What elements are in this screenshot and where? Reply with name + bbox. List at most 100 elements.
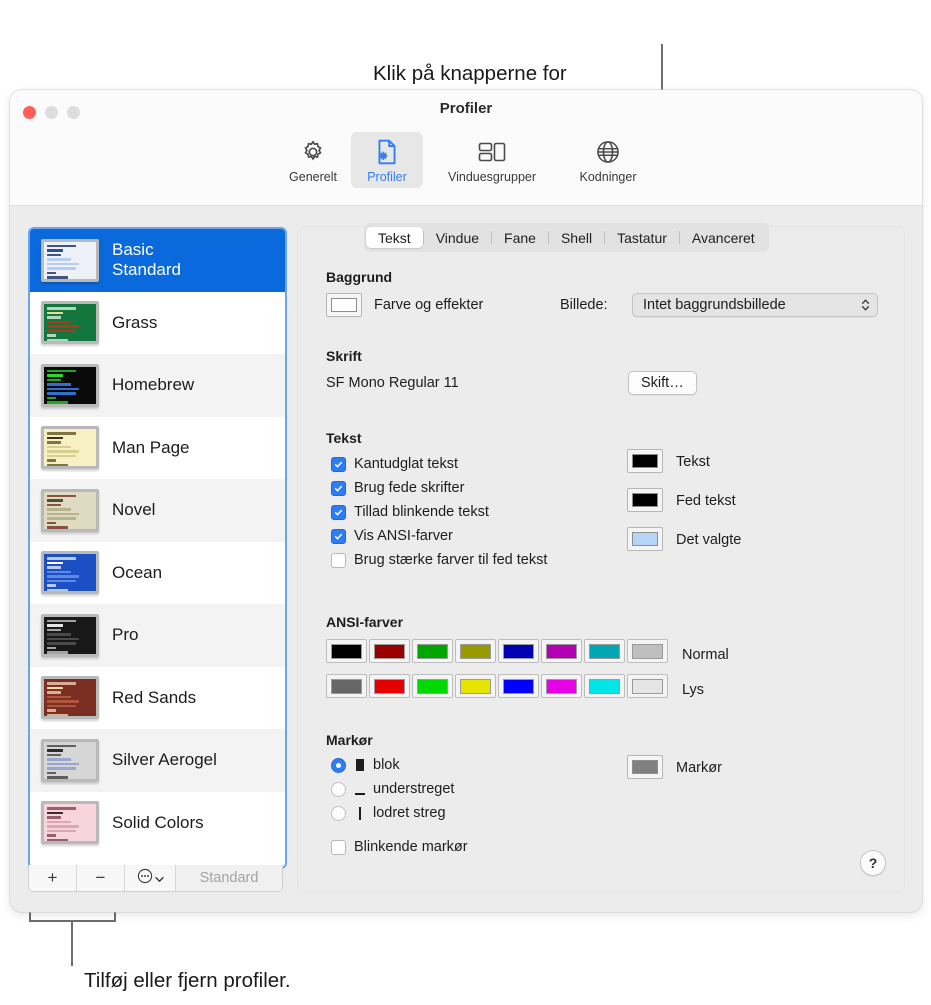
text-option-checkbox-row[interactable]: Kantudglat tekst [331,456,458,472]
cursor-style-radio-row[interactable]: lodret streg [331,805,446,821]
text-option-checkbox-row[interactable]: Tillad blinkende tekst [331,504,489,520]
cursor-style-radio-row[interactable]: understreget [331,781,454,797]
text-color-label: Fed tekst [676,493,736,509]
ansi-bright-color-well[interactable] [584,674,625,698]
ansi-bright-color-well[interactable] [412,674,453,698]
ansi-normal-color-chip [460,644,491,659]
profile-thumbnail [41,364,99,407]
background-color-well[interactable] [326,293,362,317]
ansi-normal-color-well[interactable] [627,639,668,663]
ansi-bright-color-well[interactable] [369,674,410,698]
text-option-checkbox[interactable] [331,457,346,472]
profile-name: Homebrew [112,375,194,395]
cursor-blink-label: Blinkende markør [354,839,468,855]
tab-avanceret[interactable]: Avanceret [680,227,767,248]
profile-actions-button[interactable] [125,865,176,891]
set-default-profile-label: Standard [200,870,259,886]
ansi-bright-color-chip [546,679,577,694]
ansi-bright-color-chip [503,679,534,694]
callout-top-line1: Klik på knapperne for [373,60,567,88]
profile-thumbnail [41,801,99,844]
callout-bottom: Tilføj eller fjern profiler. [84,967,291,995]
text-option-checkbox[interactable] [331,529,346,544]
ansi-normal-color-well[interactable] [412,639,453,663]
ansi-bright-color-chip [589,679,620,694]
section-title-background: Baggrund [326,269,392,285]
ansi-bright-color-well[interactable] [498,674,539,698]
text-option-checkbox-row[interactable]: Brug fede skrifter [331,480,464,496]
toolbar-item-window-groups-label: Vinduesgrupper [448,170,536,184]
toolbar-item-profiles[interactable]: Profiler [351,132,423,188]
text-option-checkbox[interactable] [331,553,346,568]
ansi-bright-color-well[interactable] [541,674,582,698]
profile-list-item[interactable]: Homebrew [30,354,285,417]
ansi-bright-color-chip [374,679,405,694]
tab-shell[interactable]: Shell [549,227,604,248]
cursor-style-radio[interactable] [331,806,346,821]
profile-list-item[interactable]: Red Sands [30,667,285,730]
text-option-label: Kantudglat tekst [354,456,458,472]
toolbar-item-window-groups[interactable]: Vinduesgrupper [425,132,559,188]
tab-fane[interactable]: Fane [492,227,548,248]
cursor-style-radio[interactable] [331,758,346,773]
cursor-style-radio-row[interactable]: blok [331,757,400,773]
cursor-block-glyph-icon [353,759,366,771]
profile-list-item[interactable]: Solid Colors [30,792,285,855]
profile-list-item[interactable]: Novel [30,479,285,542]
ansi-normal-color-well[interactable] [369,639,410,663]
section-title-ansi: ANSI-farver [326,614,403,630]
cursor-color-well[interactable] [627,755,663,779]
profile-list-item[interactable]: Silver Aerogel [30,729,285,792]
text-color-well[interactable] [627,449,663,473]
background-image-popup[interactable]: Intet baggrundsbillede [632,293,878,317]
profile-list-item[interactable]: BasicStandard [30,229,285,292]
tab-tekst[interactable]: Tekst [366,227,423,248]
tab-vindue[interactable]: Vindue [424,227,491,248]
remove-profile-button[interactable]: − [77,865,125,891]
ansi-bright-color-well[interactable] [455,674,496,698]
ansi-normal-color-well[interactable] [498,639,539,663]
ansi-normal-color-well[interactable] [541,639,582,663]
profile-name: Ocean [112,563,162,583]
font-value-label: SF Mono Regular 11 [326,375,459,391]
text-option-label: Brug fede skrifter [354,480,464,496]
profile-list-item[interactable]: Ocean [30,542,285,605]
profile-list-container[interactable]: BasicStandardGrass Homebrew Man PageNovel O… [28,227,287,869]
section-title-text: Tekst [326,430,362,446]
set-default-profile-button[interactable]: Standard [176,865,282,891]
section-title-font: Skrift [326,348,362,364]
help-button[interactable]: ? [860,850,886,876]
text-option-checkbox-row[interactable]: Vis ANSI-farver [331,528,453,544]
toolbar-item-general[interactable]: Generelt [277,132,349,188]
cursor-blink-checkbox-row[interactable]: Blinkende markør [331,839,468,855]
text-option-checkbox[interactable] [331,505,346,520]
change-font-button[interactable]: Skift… [628,371,697,395]
profile-list-item[interactable]: Man Page [30,417,285,480]
text-option-checkbox-row[interactable]: Brug stærke farver til fed tekst [331,552,547,568]
ansi-bright-color-well[interactable] [326,674,367,698]
ansi-row-label-bright: Lys [682,682,704,698]
profile-thumbnail [41,739,99,782]
text-color-well[interactable] [627,527,663,551]
text-option-checkbox[interactable] [331,481,346,496]
cursor-underline-glyph-icon [353,784,366,795]
ansi-bright-color-well[interactable] [627,674,668,698]
ansi-normal-color-well[interactable] [326,639,367,663]
cursor-blink-checkbox[interactable] [331,840,346,855]
cursor-style-label: lodret streg [373,805,446,821]
profile-list-item[interactable]: Pro [30,604,285,667]
gear-icon [300,137,326,167]
cursor-style-label: understreget [373,781,454,797]
ansi-normal-color-well[interactable] [584,639,625,663]
toolbar-item-encodings[interactable]: Kodninger [561,132,655,188]
add-profile-button[interactable]: + [29,865,77,891]
profile-thumbnail [41,676,99,719]
text-color-label: Det valgte [676,532,741,548]
profile-list-item[interactable]: Grass [30,292,285,355]
cursor-style-radio[interactable] [331,782,346,797]
profile-list-toolbar: + − [28,865,283,892]
profile-name: Silver Aerogel [112,750,217,770]
tab-tastatur[interactable]: Tastatur [605,227,679,248]
ansi-normal-color-well[interactable] [455,639,496,663]
text-color-well[interactable] [627,488,663,512]
